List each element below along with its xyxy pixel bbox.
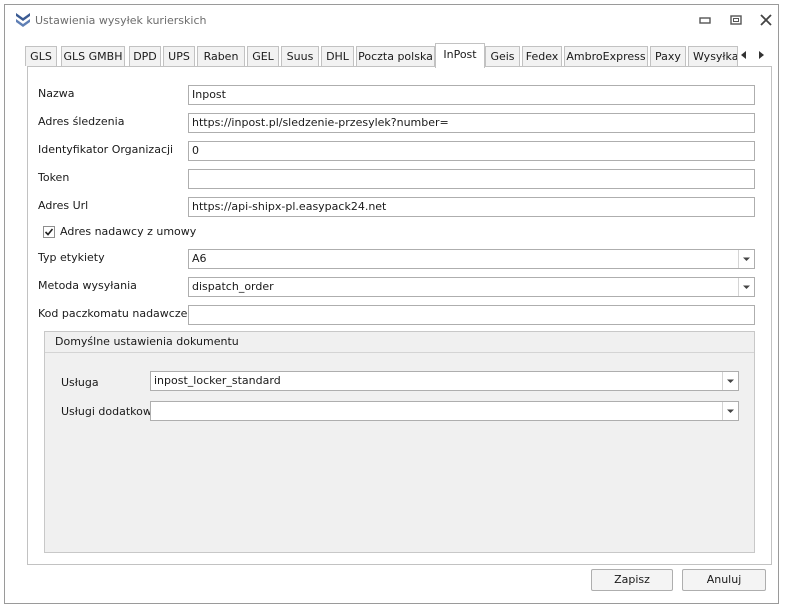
typ-etykiety-label: Typ etykiety bbox=[38, 251, 105, 264]
group-title: Domyślne ustawienia dokumentu bbox=[55, 335, 239, 348]
tab-raben[interactable]: Raben bbox=[197, 46, 245, 66]
scroll-right-icon[interactable] bbox=[754, 48, 768, 62]
token-label: Token bbox=[38, 171, 70, 184]
token-field[interactable] bbox=[188, 169, 755, 189]
adres-nadawcy-checkbox[interactable] bbox=[43, 226, 55, 238]
carrier-tab-strip: GLS GLS GMBH DPD UPS Raben GEL Suus DHL … bbox=[25, 43, 770, 68]
close-icon[interactable] bbox=[759, 13, 773, 27]
adres-sledzenia-field[interactable]: https://inpost.pl/sledzenie-przesylek?nu… bbox=[188, 113, 755, 133]
uslugi-dodatkowe-label: Usługi dodatkowe bbox=[61, 405, 159, 418]
adres-url-field[interactable]: https://api-shipx-pl.easypack24.net bbox=[188, 197, 755, 217]
nazwa-field[interactable]: Inpost bbox=[188, 85, 755, 105]
usluga-label: Usługa bbox=[61, 376, 99, 389]
scroll-left-icon[interactable] bbox=[737, 48, 751, 62]
window-title: Ustawienia wysyłek kurierskich bbox=[35, 14, 207, 27]
tab-inpost[interactable]: InPost bbox=[435, 43, 485, 68]
tab-gel[interactable]: GEL bbox=[247, 46, 279, 66]
tab-ups[interactable]: UPS bbox=[163, 46, 195, 66]
metoda-wysylania-label: Metoda wysyłania bbox=[38, 279, 137, 292]
identyfikator-field[interactable]: 0 bbox=[188, 141, 755, 161]
chevron-down-icon bbox=[727, 379, 734, 383]
typ-etykiety-select[interactable]: A6 bbox=[188, 249, 755, 269]
usluga-dropdown-button[interactable] bbox=[722, 372, 738, 390]
metoda-wysylania-value: dispatch_order bbox=[192, 280, 274, 293]
kod-paczkomatu-label: Kod paczkomatu nadawczego bbox=[38, 307, 202, 320]
tab-dhl[interactable]: DHL bbox=[321, 46, 354, 66]
chevron-down-icon bbox=[727, 409, 734, 413]
metoda-wysylania-dropdown-button[interactable] bbox=[738, 278, 754, 296]
app-logo-icon bbox=[16, 13, 30, 27]
minimize-icon[interactable] bbox=[698, 13, 712, 27]
tab-geis[interactable]: Geis bbox=[485, 46, 520, 66]
save-button[interactable]: Zapisz bbox=[591, 569, 673, 591]
adres-sledzenia-label: Adres śledzenia bbox=[38, 115, 125, 128]
chevron-down-icon bbox=[743, 285, 750, 289]
adres-nadawcy-label: Adres nadawcy z umowy bbox=[60, 225, 197, 238]
usluga-value: inpost_locker_standard bbox=[154, 374, 281, 387]
chevron-down-icon bbox=[743, 257, 750, 261]
tab-wysylka[interactable]: Wysyłka bbox=[688, 46, 738, 66]
usluga-select[interactable]: inpost_locker_standard bbox=[150, 371, 739, 391]
metoda-wysylania-select[interactable]: dispatch_order bbox=[188, 277, 755, 297]
nazwa-label: Nazwa bbox=[38, 87, 75, 100]
typ-etykiety-dropdown-button[interactable] bbox=[738, 250, 754, 268]
tab-paxy[interactable]: Paxy bbox=[650, 46, 686, 66]
uslugi-dodatkowe-select[interactable] bbox=[150, 401, 739, 421]
checkmark-icon bbox=[44, 228, 54, 236]
kod-paczkomatu-field[interactable] bbox=[188, 305, 755, 325]
inpost-settings-panel: Nazwa Inpost Adres śledzenia https://inp… bbox=[27, 66, 772, 565]
restore-icon[interactable] bbox=[729, 13, 743, 27]
cancel-button[interactable]: Anuluj bbox=[682, 569, 766, 591]
uslugi-dodatkowe-dropdown-button[interactable] bbox=[722, 402, 738, 420]
tab-poczta-polska[interactable]: Poczta polska bbox=[356, 46, 435, 66]
identyfikator-label: Identyfikator Organizacji bbox=[38, 143, 174, 156]
tab-fedex[interactable]: Fedex bbox=[522, 46, 562, 66]
group-header: Domyślne ustawienia dokumentu bbox=[45, 332, 754, 353]
title-bar: Ustawienia wysyłek kurierskich bbox=[5, 5, 778, 33]
tab-ambroexpress[interactable]: AmbroExpress bbox=[564, 46, 648, 66]
default-document-settings-group: Domyślne ustawienia dokumentu Usługa inp… bbox=[44, 331, 755, 553]
tab-gls[interactable]: GLS bbox=[25, 46, 57, 66]
typ-etykiety-value: A6 bbox=[192, 252, 207, 265]
settings-window: Ustawienia wysyłek kurierskich GLS GLS G… bbox=[4, 4, 779, 604]
tab-dpd[interactable]: DPD bbox=[129, 46, 161, 66]
tab-suus[interactable]: Suus bbox=[281, 46, 319, 66]
adres-url-label: Adres Url bbox=[38, 199, 89, 212]
tab-gls-gmbh[interactable]: GLS GMBH bbox=[61, 46, 125, 66]
